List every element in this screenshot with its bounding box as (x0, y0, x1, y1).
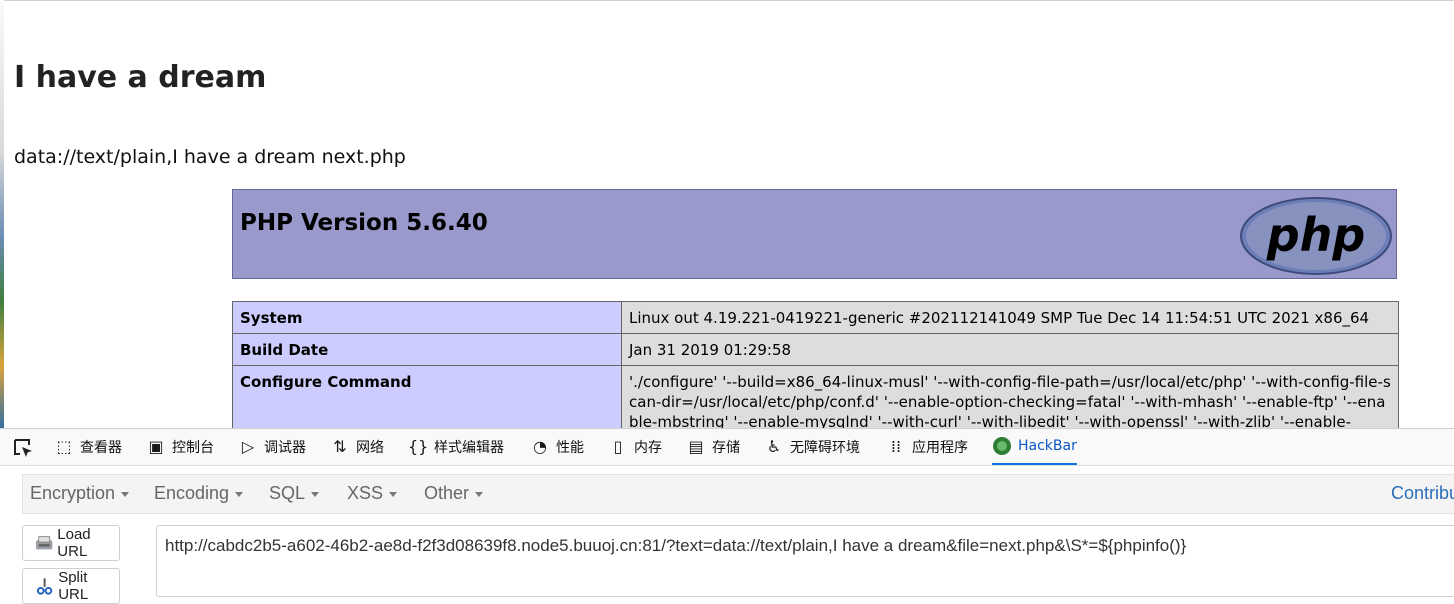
accessibility-icon: ♿ (766, 437, 782, 456)
tab-label: 样式编辑器 (434, 440, 504, 456)
application-icon: ⁞⁞ (890, 437, 902, 456)
table-row: Build Date Jan 31 2019 01:29:58 (232, 333, 1399, 366)
split-url-label: Split URL (58, 569, 89, 603)
tab-label: HackBar (1018, 438, 1077, 454)
tab-style-editor[interactable]: {} 样式编辑器 (408, 429, 504, 465)
other-menu[interactable]: Other (424, 483, 484, 504)
tab-label: 应用程序 (912, 440, 968, 456)
split-url-button[interactable]: Split URL (22, 568, 120, 604)
desktop-edge (0, 0, 4, 430)
php-logo: php (1240, 197, 1392, 275)
tab-storage[interactable]: ▤ 存储 (686, 429, 740, 465)
row-key: Configure Command (232, 365, 622, 430)
page-heading: I have a dream (14, 60, 267, 95)
caret-down-icon (475, 491, 484, 497)
tab-label: 内存 (634, 440, 662, 456)
tab-performance[interactable]: ◔ 性能 (530, 429, 584, 465)
tab-hackbar[interactable]: HackBar (992, 429, 1077, 465)
tab-label: 网络 (356, 440, 384, 456)
tab-label: 查看器 (80, 440, 122, 456)
load-url-label: Load URL (57, 526, 91, 560)
hackbar-menu: Encryption Encoding SQL XSS Other Contri… (22, 474, 1454, 514)
hackbar-icon (993, 437, 1011, 455)
tab-label: 存储 (712, 440, 740, 456)
encoding-menu[interactable]: Encoding (154, 483, 244, 504)
sql-menu[interactable]: SQL (269, 483, 320, 504)
php-version-title: PHP Version 5.6.40 (240, 210, 488, 236)
contribute-link[interactable]: Contribute (1391, 483, 1454, 504)
row-value: './configure' '--build=x86_64-linux-musl… (621, 365, 1399, 430)
tab-inspector[interactable]: ⬚ 查看器 (54, 429, 122, 465)
style-editor-icon: {} (408, 437, 429, 456)
devtools-panel: ⬚ 查看器 ▣ 控制台 ▷ 调试器 ⇅ 网络 {} 样式编辑器 ◔ 性能 ▯ 内存 ▤ 存储 ♿… (0, 428, 1454, 604)
network-icon: ⇅ (333, 437, 347, 456)
php-logo-text: php (1266, 208, 1366, 262)
performance-icon: ◔ (533, 437, 547, 456)
element-picker-icon[interactable] (12, 437, 34, 459)
table-row: Configure Command './configure' '--build… (232, 365, 1399, 430)
tab-application[interactable]: ⁞⁞ 应用程序 (886, 429, 968, 465)
xss-menu[interactable]: XSS (347, 483, 398, 504)
caret-down-icon (121, 491, 130, 497)
row-value: Jan 31 2019 01:29:58 (621, 333, 1399, 366)
row-key: Build Date (232, 333, 622, 366)
memory-icon: ▯ (613, 437, 623, 456)
data-text-line: data://text/plain,I have a dream next.ph… (14, 146, 406, 168)
row-value: Linux out 4.19.221-0419221-generic #2021… (621, 301, 1399, 334)
caret-down-icon (389, 491, 398, 497)
tab-console[interactable]: ▣ 控制台 (146, 429, 214, 465)
row-key: System (232, 301, 622, 334)
phpinfo-table: System Linux out 4.19.221-0419221-generi… (232, 301, 1399, 430)
caret-down-icon (311, 491, 320, 497)
debugger-icon: ▷ (241, 437, 255, 456)
console-icon: ▣ (148, 437, 164, 456)
caret-down-icon (235, 491, 244, 497)
table-row: System Linux out 4.19.221-0419221-generi… (232, 301, 1399, 334)
tab-accessibility[interactable]: ♿ 无障碍环境 (764, 429, 860, 465)
encryption-menu[interactable]: Encryption (30, 483, 130, 504)
tab-label: 无障碍环境 (790, 440, 860, 456)
tab-label: 控制台 (172, 440, 214, 456)
page-content: I have a dream data://text/plain,I have … (0, 0, 1454, 430)
tab-debugger[interactable]: ▷ 调试器 (238, 429, 306, 465)
inspector-icon: ⬚ (56, 437, 72, 456)
phpinfo-header: PHP Version 5.6.40 php (232, 189, 1397, 279)
url-input[interactable]: http://cabdc2b5-a602-46b2-ae8d-f2f3d0863… (156, 525, 1454, 597)
tab-label: 调试器 (264, 440, 306, 456)
tab-network[interactable]: ⇅ 网络 (330, 429, 384, 465)
load-icon (35, 536, 53, 550)
devtools-toolbar: ⬚ 查看器 ▣ 控制台 ▷ 调试器 ⇅ 网络 {} 样式编辑器 ◔ 性能 ▯ 内存 ▤ 存储 ♿… (0, 429, 1454, 466)
scissors-icon (36, 578, 53, 595)
tab-memory[interactable]: ▯ 内存 (608, 429, 662, 465)
load-url-button[interactable]: Load URL (22, 525, 120, 561)
storage-icon: ▤ (688, 437, 704, 456)
tab-label: 性能 (556, 440, 584, 456)
